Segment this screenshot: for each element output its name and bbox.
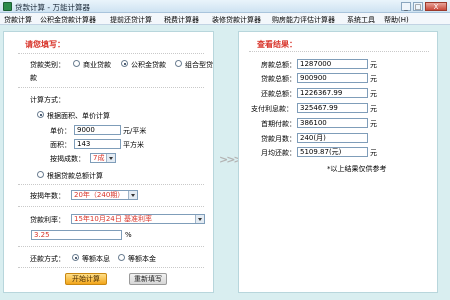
input-panel: 请您填写： 贷款类别： 商业贷款 公积金贷款 组合型贷 款 计算方式： 根据面积… [3,31,214,293]
menu-tax-calc[interactable]: 税费计算器 [164,15,199,25]
loan-type-combined-label-wrap: 款 [30,74,37,82]
app-icon [3,2,12,11]
repay-label: 还款方式： [30,255,65,263]
menu-renovation-loan-calc[interactable]: 装修贷款计算器 [212,15,261,25]
unit-price-unit: 元/平米 [123,127,147,135]
divider [18,184,204,185]
repay-equal-installment-radio[interactable] [72,254,79,261]
menu-fund-loan-calc[interactable]: 公积金贷款计算器 [40,15,96,25]
result-note: *以上结果仅供参考 [327,165,387,173]
rate-option-value: 15年10月24日 基准利率 [74,215,152,223]
maximize-button[interactable]: □ [413,2,423,11]
rate-select[interactable]: 15年10月24日 基准利率 [71,214,205,224]
result-repay-total[interactable]: 1226367.99 [297,88,368,98]
menu-system-tools[interactable]: 系统工具 [347,15,375,25]
rate-unit: % [125,231,132,239]
result-label-down-payment: 首期付款： [261,120,296,128]
result-label-interest: 支付利息款： [251,105,293,113]
unit-price-label: 单价： [50,127,71,135]
years-label: 按揭年数： [30,192,65,200]
rate-input[interactable]: 3.25 [31,230,122,240]
loan-type-commercial-label[interactable]: 商业贷款 [83,60,111,70]
mortgage-ratio-select[interactable]: 7成 [90,153,116,163]
mortgage-ratio-label: 按揭成数： [50,155,85,163]
rate-label: 贷款利率： [30,216,65,224]
menu-bar: 贷款计算 公积金贷款计算器 提前还贷计算 税费计算器 装修贷款计算器 购房能力评… [0,13,450,25]
calc-method-label: 计算方式： [30,96,65,104]
result-section-title: 查看结果： [257,40,297,49]
result-label-loan-total: 贷款总额： [261,75,296,83]
result-loan-total[interactable]: 900900 [297,73,368,83]
chevron-down-icon [106,154,115,162]
menu-loan-calc[interactable]: 贷款计算 [4,15,32,25]
loan-type-fund-radio[interactable] [121,60,128,67]
chevron-down-icon [195,215,204,223]
result-interest[interactable]: 325467.99 [297,103,368,113]
by-area-radio[interactable] [37,111,44,118]
title-bar: 贷款计算 - 万能计算器 _ □ X [0,0,450,13]
result-unit: 元 [370,90,377,98]
result-unit: 元 [370,149,377,157]
area-label: 面积： [50,141,71,149]
result-panel: 查看结果： 房款总额： 1287000 元 贷款总额： 900900 元 还款总… [238,31,438,293]
result-label-monthly: 月均还款： [261,149,296,157]
divider [18,53,204,54]
result-unit: 元 [370,105,377,113]
result-label-months: 贷款月数： [261,135,296,143]
close-button[interactable]: X [425,2,447,11]
menu-prepay-calc[interactable]: 提前还贷计算 [110,15,152,25]
area-input[interactable]: 143 [74,139,121,149]
loan-type-commercial-radio[interactable] [73,60,80,67]
loan-type-combined-radio[interactable] [175,60,182,67]
result-monthly[interactable]: 5109.87(元) [297,147,368,157]
result-house-total[interactable]: 1287000 [297,59,368,69]
loan-type-combined-label[interactable]: 组合型贷 [185,60,213,70]
chevron-down-icon [128,191,137,199]
area-unit: 平方米 [123,141,144,149]
result-unit: 元 [370,120,377,128]
loan-type-label: 贷款类别： [30,61,65,69]
result-months[interactable]: 240(月) [297,133,368,143]
result-label-house-total: 房款总额： [261,61,296,69]
input-section-title: 请您填写： [25,40,65,49]
divider [18,246,204,247]
repay-equal-principal-radio[interactable] [118,254,125,261]
menu-help[interactable]: 帮助(H) [384,15,409,25]
result-down-payment[interactable]: 386100 [297,118,368,128]
divider [18,87,204,88]
menu-purchase-ability-calc[interactable]: 购房能力评估计算器 [272,15,335,25]
unit-price-input[interactable]: 9000 [74,125,121,135]
loan-type-fund-label[interactable]: 公积金贷款 [131,60,166,70]
minimize-button[interactable]: _ [401,2,411,11]
repay-equal-installment-label[interactable]: 等额本息 [82,254,110,264]
result-unit: 元 [370,75,377,83]
by-total-label[interactable]: 根据贷款总额计算 [47,171,103,181]
divider [18,267,204,268]
by-total-radio[interactable] [37,171,44,178]
window-title: 贷款计算 - 万能计算器 [15,3,90,12]
result-unit: 元 [370,61,377,69]
result-label-repay-total: 还款总额： [261,90,296,98]
years-value: 20年（240期） [74,191,125,199]
by-area-label[interactable]: 根据面积、单价计算 [47,111,110,121]
divider [249,51,429,52]
mortgage-ratio-value: 7成 [93,154,105,162]
repay-equal-principal-label[interactable]: 等额本金 [128,254,156,264]
years-select[interactable]: 20年（240期） [71,190,138,200]
start-calc-button[interactable]: 开始计算 [65,273,107,285]
divider [18,206,204,207]
reset-button[interactable]: 重新填写 [129,273,167,285]
